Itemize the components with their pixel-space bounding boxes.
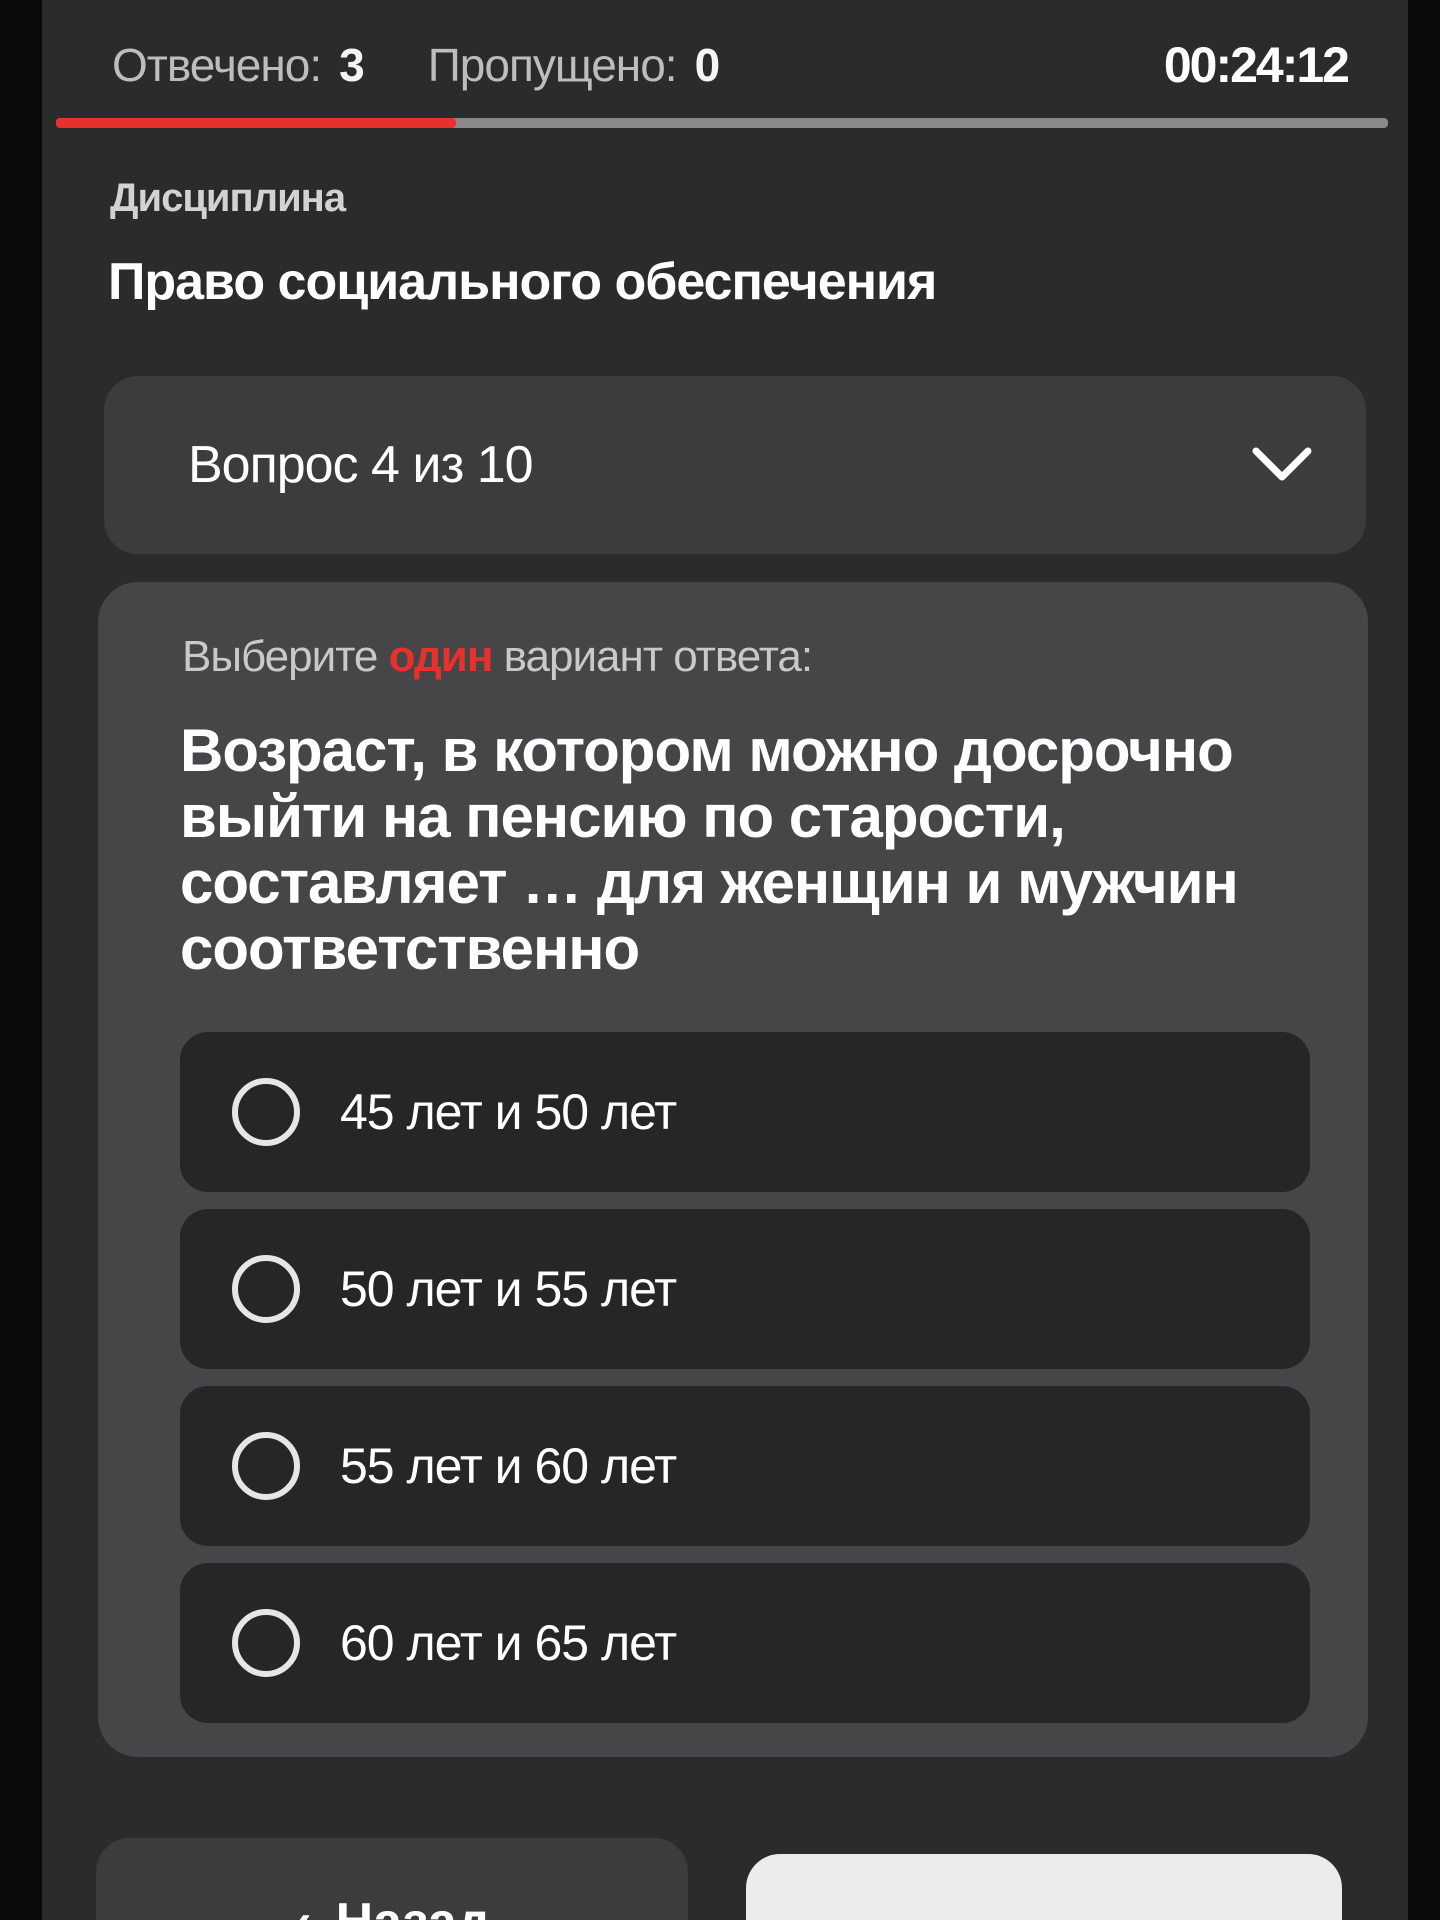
question-selector[interactable]: Вопрос 4 из 10 <box>104 376 1366 554</box>
radio-button-icon[interactable] <box>232 1609 300 1677</box>
skipped-value: 0 <box>694 39 721 91</box>
question-text: Возраст, в котором можно досрочно выйти … <box>180 717 1239 982</box>
skipped-label: Пропущено: <box>427 39 678 91</box>
progress-bar <box>56 118 1388 128</box>
answered-counter: Отвечено: 3 <box>112 38 365 92</box>
navigation-bar: ‹ Назад <box>96 1838 1376 1920</box>
answer-option-label: 45 лет и 50 лет <box>340 1084 677 1140</box>
progress-fill <box>56 118 456 128</box>
answer-option-label: 50 лет и 55 лет <box>340 1261 677 1317</box>
answer-option[interactable]: 55 лет и 60 лет <box>180 1386 1310 1546</box>
radio-button-icon[interactable] <box>232 1078 300 1146</box>
instruction-accent: один <box>388 632 494 681</box>
discipline-label: Дисциплина <box>110 176 346 220</box>
answer-instruction: Выберите один вариант ответа: <box>182 632 813 682</box>
answer-option[interactable]: 60 лет и 65 лет <box>180 1563 1310 1723</box>
radio-button-icon[interactable] <box>232 1255 300 1323</box>
instruction-prefix: Выберите <box>182 632 378 681</box>
answer-option[interactable]: 45 лет и 50 лет <box>180 1032 1310 1192</box>
answer-option[interactable]: 50 лет и 55 лет <box>180 1209 1310 1369</box>
back-button-label: Назад <box>336 1892 490 1920</box>
answered-value: 3 <box>339 39 365 91</box>
quiz-screen: Отвечено: 3 Пропущено: 0 00:24:12 Дисцип… <box>42 0 1408 1920</box>
status-bar: Отвечено: 3 Пропущено: 0 00:24:12 <box>112 30 1350 100</box>
discipline-title: Право социального обеспечения <box>108 253 937 311</box>
answer-options: 45 лет и 50 лет 50 лет и 55 лет 55 лет и… <box>180 1032 1310 1740</box>
chevron-down-icon <box>1246 429 1318 501</box>
chevron-left-icon: ‹ <box>294 1892 311 1920</box>
answer-option-label: 60 лет и 65 лет <box>340 1615 677 1671</box>
radio-button-icon[interactable] <box>232 1432 300 1500</box>
answered-label: Отвечено: <box>112 39 322 91</box>
question-selector-label: Вопрос 4 из 10 <box>188 436 534 494</box>
timer: 00:24:12 <box>1163 37 1350 93</box>
back-button[interactable]: ‹ Назад <box>96 1838 688 1920</box>
device-frame: Отвечено: 3 Пропущено: 0 00:24:12 Дисцип… <box>0 0 1440 1920</box>
instruction-suffix: вариант ответа: <box>503 632 813 681</box>
next-button[interactable] <box>746 1854 1342 1920</box>
skipped-counter: Пропущено: 0 <box>427 38 721 92</box>
question-card: Выберите один вариант ответа: Возраст, в… <box>98 582 1368 1757</box>
answer-option-label: 55 лет и 60 лет <box>340 1438 677 1494</box>
